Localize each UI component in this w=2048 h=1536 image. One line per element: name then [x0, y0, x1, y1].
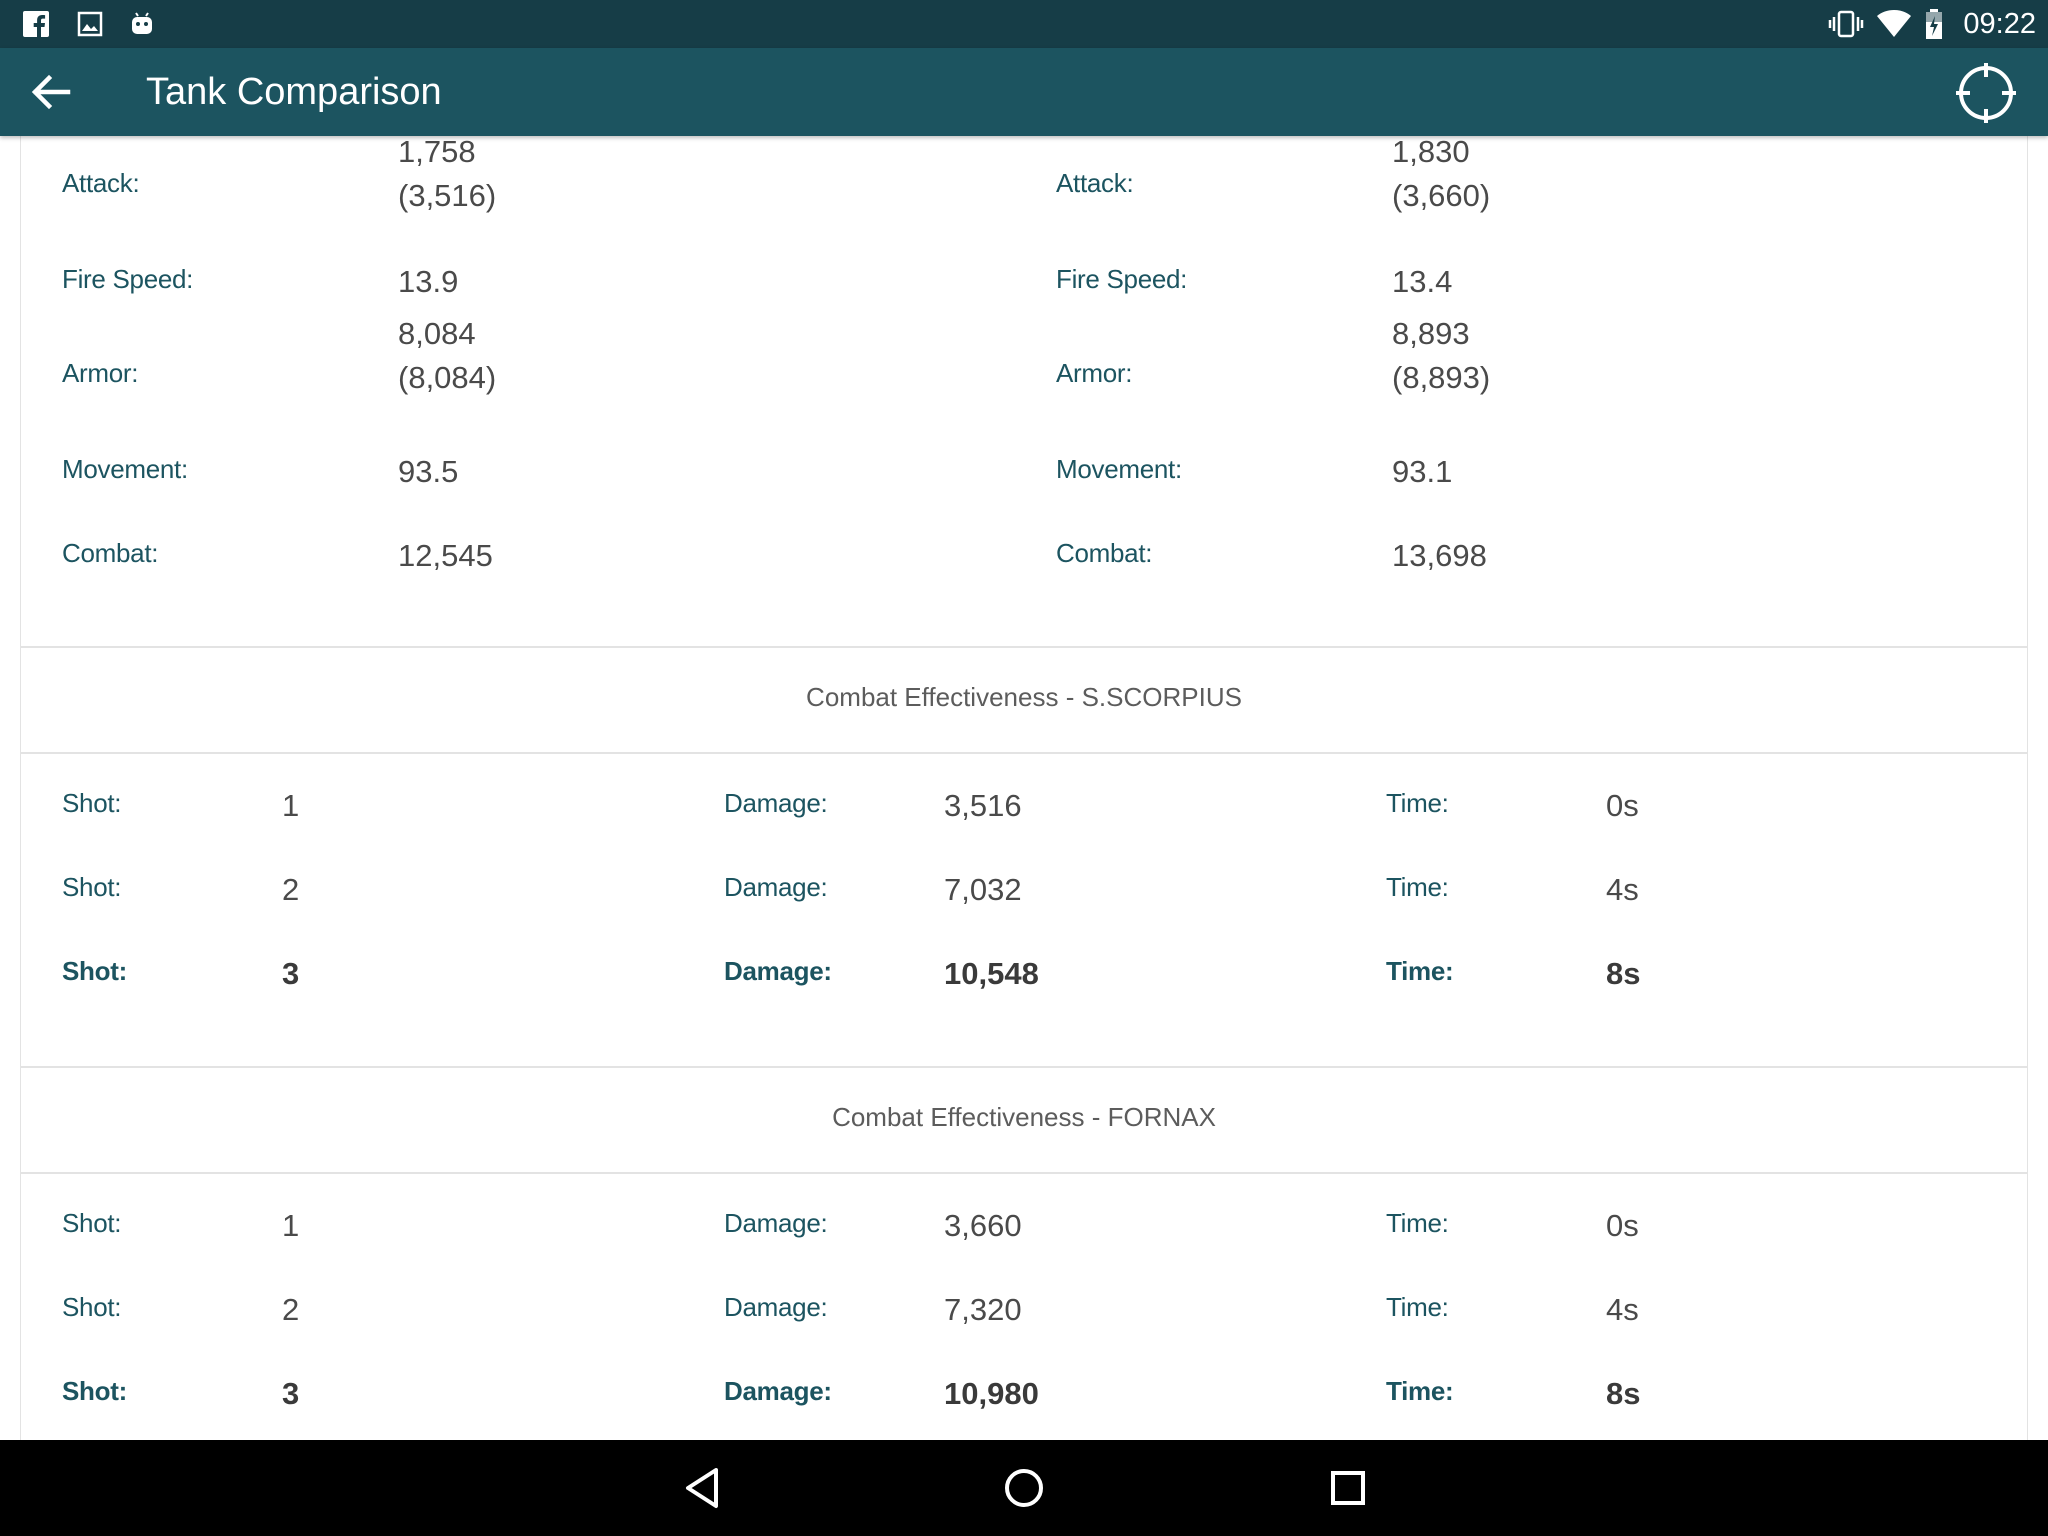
comparison-card — [20, 136, 2028, 1440]
stat-value-combat: 13,698 — [1392, 538, 1487, 573]
shot-value: 3 — [282, 956, 300, 991]
shot-value: 1 — [282, 788, 300, 823]
time-value: 0s — [1606, 1208, 1639, 1243]
damage-value: 3,660 — [944, 1208, 1022, 1243]
time-label: Time: — [1386, 956, 1454, 986]
stat-label-fire-speed: Fire Speed: — [1056, 264, 1188, 294]
nav-recents-icon — [1331, 1471, 1365, 1505]
damage-label: Damage: — [724, 1292, 828, 1322]
stat-value-fire-speed: 13.9 — [398, 264, 459, 299]
stat-value-attack: 1,758 — [398, 136, 476, 169]
time-label: Time: — [1386, 1292, 1449, 1322]
time-label: Time: — [1386, 788, 1449, 818]
time-value: 0s — [1606, 788, 1639, 823]
shot-label: Shot: — [62, 1292, 122, 1322]
stat-label-combat: Combat: — [1056, 538, 1153, 568]
section-title-scorpius: Combat Effectiveness - S.SCORPIUS — [806, 682, 1242, 712]
stat-value-armor: 8,893 — [1392, 316, 1470, 351]
stat-label-movement: Movement: — [62, 454, 188, 484]
comparison-content[interactable]: Attack: 1,758 (3,516) Fire Speed: 13.9 A… — [0, 136, 2048, 1440]
damage-value: 7,032 — [944, 872, 1022, 907]
damage-label: Damage: — [724, 872, 828, 902]
shot-label: Shot: — [62, 872, 122, 902]
time-label: Time: — [1386, 1376, 1454, 1406]
shot-label: Shot: — [62, 788, 122, 818]
shot-label: Shot: — [62, 1376, 127, 1406]
stat-value-armor-total: (8,893) — [1392, 360, 1491, 395]
stat-label-attack: Attack: — [62, 168, 140, 198]
shot-label: Shot: — [62, 1208, 122, 1238]
crosshair-icon — [1956, 63, 2016, 123]
nav-home-button[interactable] — [996, 1460, 1052, 1516]
battery-charging-icon — [1924, 0, 1944, 48]
shot-value: 3 — [282, 1376, 300, 1411]
arrow-back-icon — [31, 74, 71, 110]
app-bar: Tank Comparison — [0, 48, 2048, 136]
stat-label-movement: Movement: — [1056, 454, 1182, 484]
stat-value-armor: 8,084 — [398, 316, 476, 351]
navigation-bar — [0, 1440, 2048, 1536]
stat-label-attack: Attack: — [1056, 168, 1134, 198]
stat-label-combat: Combat: — [62, 538, 159, 568]
damage-value: 3,516 — [944, 788, 1022, 823]
status-bar: 09:22 — [0, 0, 2048, 48]
time-label: Time: — [1386, 1208, 1449, 1238]
damage-label: Damage: — [724, 956, 832, 986]
nav-back-button[interactable] — [674, 1460, 730, 1516]
facebook-icon — [22, 0, 50, 48]
damage-value: 10,548 — [944, 956, 1039, 991]
divider — [20, 752, 2028, 754]
stat-value-attack: 1,830 — [1392, 136, 1470, 169]
gallery-icon — [76, 0, 104, 48]
shot-label: Shot: — [62, 956, 127, 986]
stat-label-fire-speed: Fire Speed: — [62, 264, 194, 294]
stat-value-armor-total: (8,084) — [398, 360, 497, 395]
shot-value: 2 — [282, 872, 300, 907]
section-title-fornax: Combat Effectiveness - FORNAX — [832, 1102, 1216, 1132]
damage-label: Damage: — [724, 1376, 832, 1406]
time-value: 4s — [1606, 1292, 1639, 1327]
time-value: 4s — [1606, 872, 1639, 907]
nav-home-icon — [1005, 1469, 1043, 1507]
divider — [20, 646, 2028, 648]
divider — [20, 1172, 2028, 1174]
stat-value-attack-doubled: (3,660) — [1392, 178, 1491, 213]
android-icon — [128, 0, 156, 48]
damage-value: 7,320 — [944, 1292, 1022, 1327]
locate-button[interactable] — [1955, 62, 2017, 124]
wifi-icon — [1876, 0, 1912, 48]
nav-back-icon — [686, 1468, 718, 1508]
nav-recents-button[interactable] — [1320, 1460, 1376, 1516]
stat-value-combat: 12,545 — [398, 538, 493, 573]
time-value: 8s — [1606, 956, 1641, 991]
time-value: 8s — [1606, 1376, 1641, 1411]
damage-value: 10,980 — [944, 1376, 1039, 1411]
shot-value: 2 — [282, 1292, 300, 1327]
stat-label-armor: Armor: — [62, 358, 139, 388]
time-label: Time: — [1386, 872, 1449, 902]
damage-label: Damage: — [724, 1208, 828, 1238]
damage-label: Damage: — [724, 788, 828, 818]
stat-value-movement: 93.5 — [398, 454, 459, 489]
clock: 09:22 — [1963, 7, 2036, 40]
stat-value-movement: 93.1 — [1392, 454, 1453, 489]
stat-value-fire-speed: 13.4 — [1392, 264, 1453, 299]
page-title: Tank Comparison — [146, 71, 442, 113]
stat-label-armor: Armor: — [1056, 358, 1133, 388]
back-button[interactable] — [22, 64, 78, 120]
shot-value: 1 — [282, 1208, 300, 1243]
divider — [20, 1066, 2028, 1068]
vibrate-icon — [1828, 0, 1864, 48]
stat-value-attack-doubled: (3,516) — [398, 178, 497, 213]
